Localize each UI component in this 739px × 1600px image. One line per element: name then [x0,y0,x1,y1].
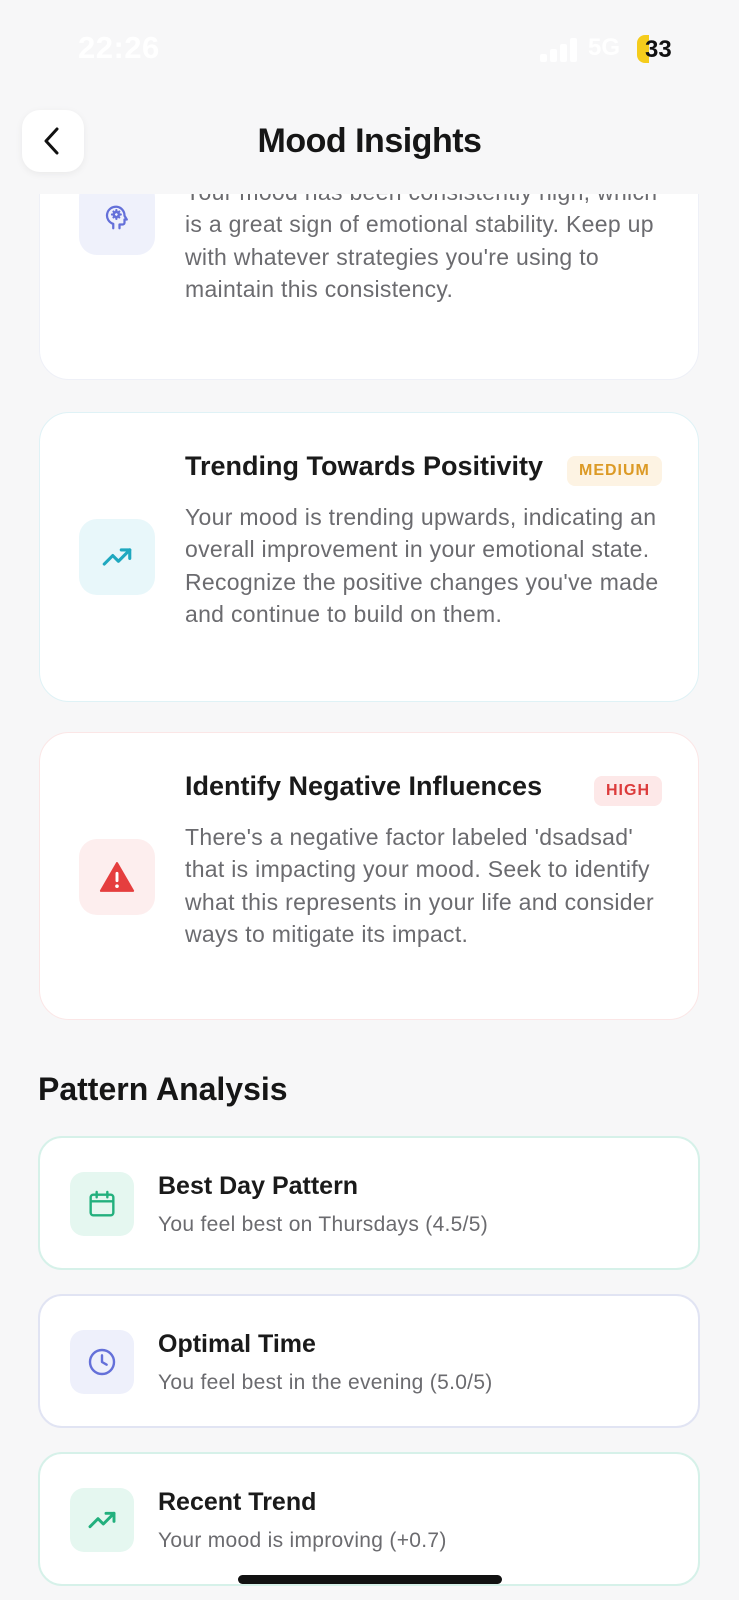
insight-description: Your mood has been consistently high, wh… [185,179,657,302]
signal-icon [540,38,580,62]
clock-icon [70,1330,134,1394]
trending-up-icon [79,519,155,595]
pattern-title: Optimal Time [158,1330,316,1358]
status-bar: 22:26 5G 33 [0,0,739,96]
priority-badge-high: HIGH [594,776,662,806]
insight-card-negative-influences[interactable]: Identify Negative Influences HIGH There'… [39,732,699,1020]
insight-title: Identify Negative Influences [185,771,543,801]
pattern-title: Recent Trend [158,1488,317,1516]
trending-up-icon [70,1488,134,1552]
insight-card-positivity[interactable]: Trending Towards Positivity MEDIUM Your … [39,412,699,702]
pattern-subtitle: Your mood is improving (+0.7) [158,1529,447,1552]
home-indicator[interactable] [238,1575,502,1584]
priority-badge-medium: MEDIUM [567,456,662,486]
insight-description: Your mood is trending upwards, indicatin… [185,504,659,627]
status-time: 22:26 [78,30,160,65]
calendar-icon [70,1172,134,1236]
pattern-analysis-heading: Pattern Analysis [38,1071,288,1107]
pattern-subtitle: You feel best on Thursdays (4.5/5) [158,1213,489,1236]
pattern-subtitle: You feel best in the evening (5.0/5) [158,1371,493,1394]
network-label: 5G [588,34,621,61]
page-title: Mood Insights [257,122,482,160]
pattern-title: Best Day Pattern [158,1172,359,1200]
battery-level: 33 [645,36,672,63]
pattern-best-day[interactable]: Best Day Pattern You feel best on Thursd… [38,1136,700,1270]
warning-icon [79,839,155,915]
pattern-optimal-time[interactable]: Optimal Time You feel best in the evenin… [38,1294,700,1428]
pattern-recent-trend[interactable]: Recent Trend Your mood is improving (+0.… [38,1452,700,1586]
insight-description: There's a negative factor labeled 'dsads… [185,824,654,947]
battery-icon: 33 [637,35,675,63]
insight-title: Trending Towards Positivity [185,451,544,481]
